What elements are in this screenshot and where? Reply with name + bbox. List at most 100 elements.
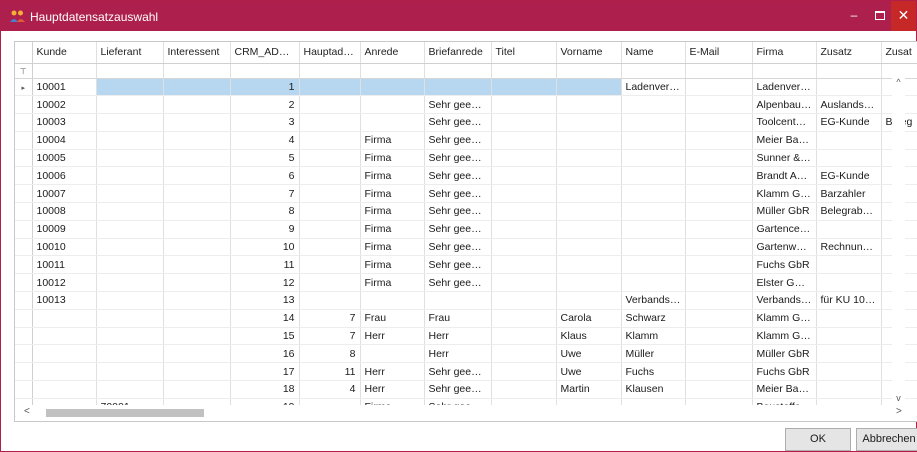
filter-cell[interactable] [299, 63, 361, 79]
horizontal-scrollbar[interactable]: < > [16, 405, 916, 421]
table-cell[interactable]: 2 [230, 95, 300, 115]
table-cell[interactable] [556, 166, 622, 186]
table-cell[interactable] [621, 113, 686, 132]
table-cell[interactable] [163, 166, 231, 186]
table-cell[interactable] [163, 273, 231, 293]
table-cell[interactable] [299, 184, 361, 204]
table-cell[interactable]: 1 [230, 78, 300, 97]
table-cell[interactable] [556, 202, 622, 221]
table-cell[interactable] [32, 309, 97, 328]
table-cell[interactable]: Sehr geehrt... [424, 95, 492, 115]
table-cell[interactable] [32, 380, 97, 399]
column-header[interactable]: Interessent [163, 42, 231, 64]
row-selector[interactable] [15, 362, 33, 382]
table-cell[interactable]: Sunner & F... [752, 149, 817, 168]
table-cell[interactable]: Uwe [556, 344, 622, 364]
column-header[interactable]: E-Mail [685, 42, 753, 64]
filter-cell[interactable] [816, 63, 882, 79]
table-cell[interactable]: 17 [230, 362, 300, 382]
table-cell[interactable]: Auslandsku... [816, 95, 882, 115]
table-row[interactable]: 16 8 Herr Uwe Müller Müller GbR [15, 344, 917, 364]
table-cell[interactable] [96, 380, 164, 399]
ok-button[interactable]: OK [785, 428, 851, 451]
table-cell[interactable] [491, 220, 557, 239]
table-cell[interactable] [816, 131, 882, 150]
table-cell[interactable]: für KU 100... [816, 291, 882, 310]
table-cell[interactable]: Sehr geehrt... [424, 113, 492, 132]
table-cell[interactable]: Ladenverkauf [752, 78, 817, 97]
table-cell[interactable] [299, 220, 361, 239]
table-cell[interactable] [360, 78, 425, 97]
table-cell[interactable] [816, 255, 882, 275]
table-cell[interactable] [816, 344, 882, 364]
table-cell[interactable]: Belegrabatt... [816, 202, 882, 221]
table-cell[interactable] [299, 273, 361, 293]
table-row[interactable]: 10004 4 Firma Sehr geehrt... Meier Bau... [15, 131, 917, 150]
table-cell[interactable]: 9 [230, 220, 300, 239]
row-selector[interactable] [15, 291, 33, 310]
table-cell[interactable] [299, 166, 361, 186]
table-cell[interactable]: Firma [360, 238, 425, 257]
table-cell[interactable] [299, 202, 361, 221]
table-cell[interactable]: Gartencent... [752, 220, 817, 239]
table-cell[interactable]: Sehr geehrt... [424, 273, 492, 293]
table-cell[interactable]: 10005 [32, 149, 97, 168]
table-cell[interactable]: EG-Kunde [816, 166, 882, 186]
row-selector[interactable] [15, 255, 33, 275]
row-selector[interactable] [15, 273, 33, 293]
table-cell[interactable] [163, 78, 231, 97]
table-cell[interactable]: 18 [230, 380, 300, 399]
table-cell[interactable] [424, 78, 492, 97]
table-cell[interactable]: Verbandsre... [752, 291, 817, 310]
table-cell[interactable]: 7 [299, 309, 361, 328]
table-cell[interactable] [556, 113, 622, 132]
table-cell[interactable]: Sehr geehrt... [424, 238, 492, 257]
table-cell[interactable]: Barzahler [816, 184, 882, 204]
table-cell[interactable] [299, 78, 361, 97]
table-cell[interactable]: 10002 [32, 95, 97, 115]
table-cell[interactable] [685, 78, 753, 97]
filter-cell[interactable] [424, 63, 492, 79]
table-cell[interactable] [621, 202, 686, 221]
row-selector[interactable]: ▸ [15, 78, 33, 97]
table-cell[interactable]: Herr [424, 344, 492, 364]
table-cell[interactable] [299, 255, 361, 275]
table-cell[interactable]: Herr [360, 380, 425, 399]
column-header[interactable]: Titel [491, 42, 557, 64]
column-header[interactable]: Kunde [32, 42, 97, 64]
vertical-scrollbar[interactable]: ^ v [892, 77, 905, 405]
filter-cell[interactable] [163, 63, 231, 79]
table-cell[interactable] [491, 273, 557, 293]
table-row[interactable]: 18 4 Herr Sehr geehrt... Martin Klausen Meier … [15, 380, 917, 399]
table-cell[interactable] [491, 78, 557, 97]
table-cell[interactable]: 4 [230, 131, 300, 150]
row-selector[interactable] [15, 309, 33, 328]
table-cell[interactable] [685, 273, 753, 293]
table-cell[interactable]: Frau [360, 309, 425, 328]
table-cell[interactable] [685, 166, 753, 186]
row-selector[interactable] [15, 131, 33, 150]
table-cell[interactable] [621, 238, 686, 257]
table-cell[interactable]: Sehr geehrt... [424, 202, 492, 221]
table-row[interactable]: 10007 7 Firma Sehr geehrt... Klamm Gm... Barz… [15, 184, 917, 204]
table-cell[interactable]: Meier Bau... [752, 380, 817, 399]
table-cell[interactable]: Ladenverkauf [621, 78, 686, 97]
table-cell[interactable]: Rechnunge... [816, 238, 882, 257]
table-cell[interactable] [685, 220, 753, 239]
table-cell[interactable] [491, 255, 557, 275]
table-cell[interactable] [685, 184, 753, 204]
table-cell[interactable] [96, 184, 164, 204]
table-cell[interactable] [491, 327, 557, 346]
table-cell[interactable] [163, 309, 231, 328]
table-cell[interactable] [96, 291, 164, 310]
table-row[interactable]: 15 7 Herr Herr Klaus Klamm Klamm Gm... [15, 327, 917, 346]
filter-cell[interactable] [556, 63, 622, 79]
table-cell[interactable] [621, 184, 686, 204]
table-cell[interactable]: 13 [230, 291, 300, 310]
table-cell[interactable]: Firma [360, 220, 425, 239]
table-cell[interactable] [299, 113, 361, 132]
table-cell[interactable]: 10 [230, 238, 300, 257]
table-cell[interactable]: 10013 [32, 291, 97, 310]
table-row[interactable]: 10013 13 Verbandsre... Verbandsre... für KU … [15, 291, 917, 310]
filter-cell[interactable] [621, 63, 686, 79]
